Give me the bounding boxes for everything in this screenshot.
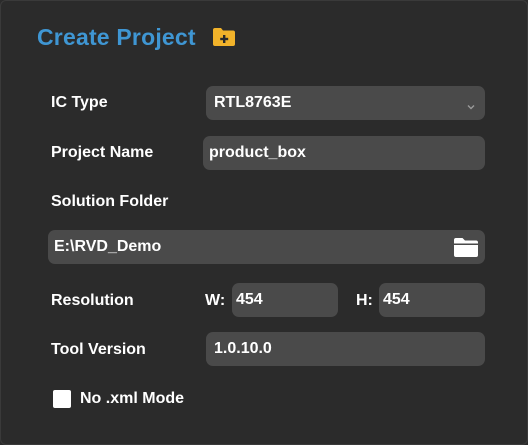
solution-folder-input[interactable]: E:\RVD_Demo (48, 230, 485, 264)
project-name-label: Project Name (51, 144, 154, 161)
resolution-width-input[interactable]: 454 (232, 283, 338, 317)
no-xml-mode-checkbox[interactable] (53, 390, 71, 408)
folder-add-icon (212, 27, 236, 47)
resolution-label: Resolution (51, 292, 134, 309)
ic-type-select[interactable]: RTL8763E (206, 86, 485, 120)
tool-version-value: 1.0.10.0 (214, 340, 272, 357)
title-row: Create Project (37, 19, 236, 55)
no-xml-mode-label: No .xml Mode (80, 390, 185, 407)
tool-version-input[interactable]: 1.0.10.0 (206, 332, 485, 366)
resolution-height-input[interactable]: 454 (379, 283, 485, 317)
project-name-input[interactable]: product_box (203, 136, 485, 170)
resolution-width-value: 454 (236, 291, 263, 308)
resolution-height-value: 454 (383, 291, 410, 308)
resolution-height-label: H: (356, 292, 373, 309)
solution-folder-value: E:\RVD_Demo (54, 238, 162, 255)
solution-folder-label: Solution Folder (51, 193, 169, 210)
resolution-width-label: W: (205, 292, 226, 309)
ic-type-value: RTL8763E (214, 94, 292, 111)
page-title: Create Project (37, 23, 196, 50)
create-project-panel: Create Project IC Type RTL8763E Project … (0, 0, 528, 445)
tool-version-label: Tool Version (51, 341, 146, 358)
folder-icon[interactable] (453, 237, 479, 258)
chevron-down-icon (467, 98, 475, 110)
ic-type-label: IC Type (51, 94, 108, 111)
project-name-value: product_box (209, 144, 306, 161)
